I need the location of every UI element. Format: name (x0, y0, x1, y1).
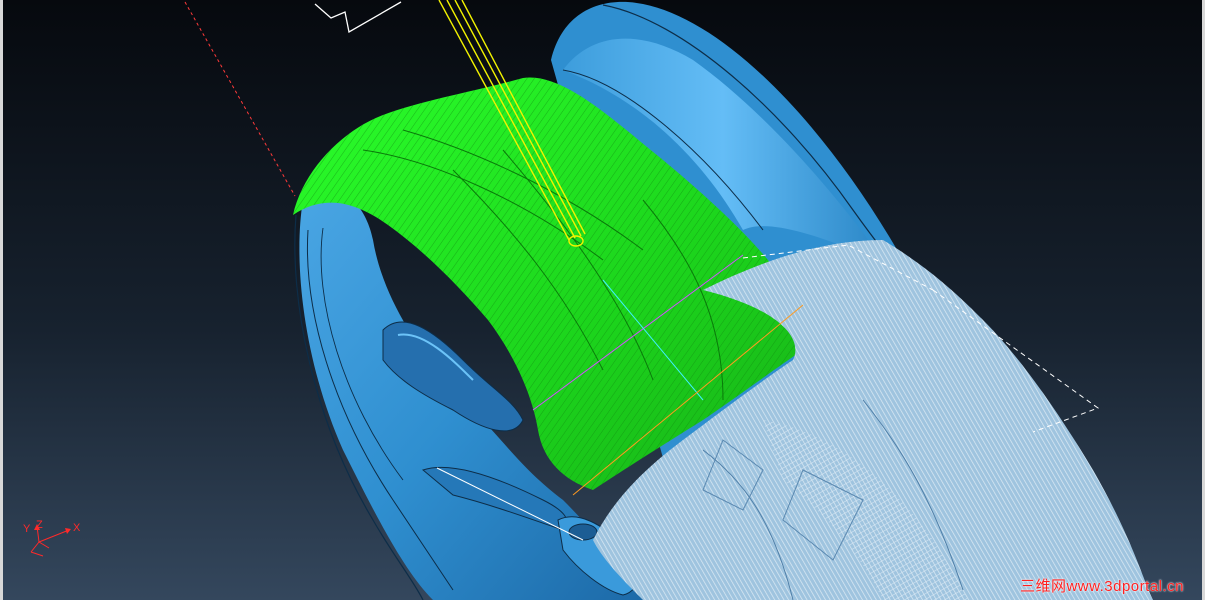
axis-label-y: Y (23, 523, 31, 535)
3d-viewport[interactable]: Y Z X 三维网www.3dportal.cn (0, 0, 1205, 600)
cam-scene[interactable] (3, 0, 1205, 600)
part-boss-hole (568, 523, 598, 541)
axis-label-z: Z (36, 519, 43, 531)
axis-triad: Y Z X (17, 518, 87, 568)
watermark: 三维网www.3dportal.cn (1019, 578, 1184, 595)
axis-label-x: X (73, 522, 81, 534)
